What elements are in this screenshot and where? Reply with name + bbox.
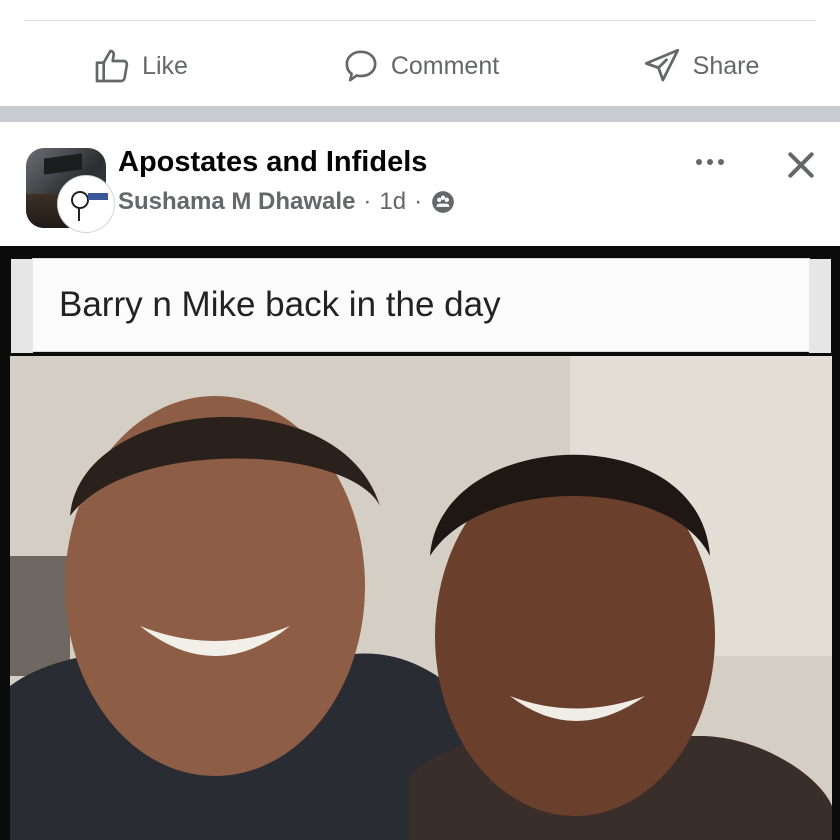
photo-illustration	[10, 356, 832, 840]
post-action-bar: Like Comment Share	[0, 28, 840, 104]
caption-card: Barry n Mike back in the day	[11, 258, 831, 353]
more-dots-icon	[696, 159, 702, 165]
feed-separator	[0, 106, 840, 122]
post-header: Apostates and Infidels Sushama M Dhawale…	[0, 122, 840, 246]
meta-separator: ·	[414, 188, 423, 215]
flag-shape	[44, 153, 82, 175]
like-button[interactable]: Like	[0, 46, 280, 86]
group-audience-icon	[432, 191, 454, 213]
share-button[interactable]: Share	[560, 45, 840, 87]
post-time[interactable]: 1d	[379, 188, 406, 216]
top-divider	[24, 20, 816, 21]
media-caption: Barry n Mike back in the day	[59, 285, 501, 324]
meta-separator: ·	[363, 188, 372, 215]
comment-icon	[345, 50, 377, 82]
hide-post-button[interactable]	[780, 144, 822, 186]
close-icon	[788, 152, 814, 178]
post-meta: Sushama M Dhawale · 1d ·	[118, 188, 456, 216]
stick-figure-body	[78, 207, 80, 221]
author-avatar[interactable]	[58, 176, 114, 232]
more-dots-icon	[707, 159, 713, 165]
stick-figure-head	[71, 191, 89, 209]
more-options-button[interactable]	[690, 150, 730, 174]
group-name[interactable]: Apostates and Infidels	[118, 146, 427, 179]
caption-edge	[11, 259, 33, 353]
comment-label: Comment	[390, 51, 500, 80]
share-arrow-icon	[644, 48, 679, 82]
share-label: Share	[692, 51, 760, 80]
comment-button[interactable]: Comment	[280, 46, 560, 86]
badge-shape	[88, 193, 108, 200]
post-photo[interactable]	[10, 356, 832, 840]
like-label: Like	[142, 51, 188, 80]
caption-edge	[809, 259, 831, 353]
thumbs-up-icon	[95, 49, 129, 83]
author-name[interactable]: Sushama M Dhawale	[118, 188, 355, 216]
more-dots-icon	[718, 159, 724, 165]
